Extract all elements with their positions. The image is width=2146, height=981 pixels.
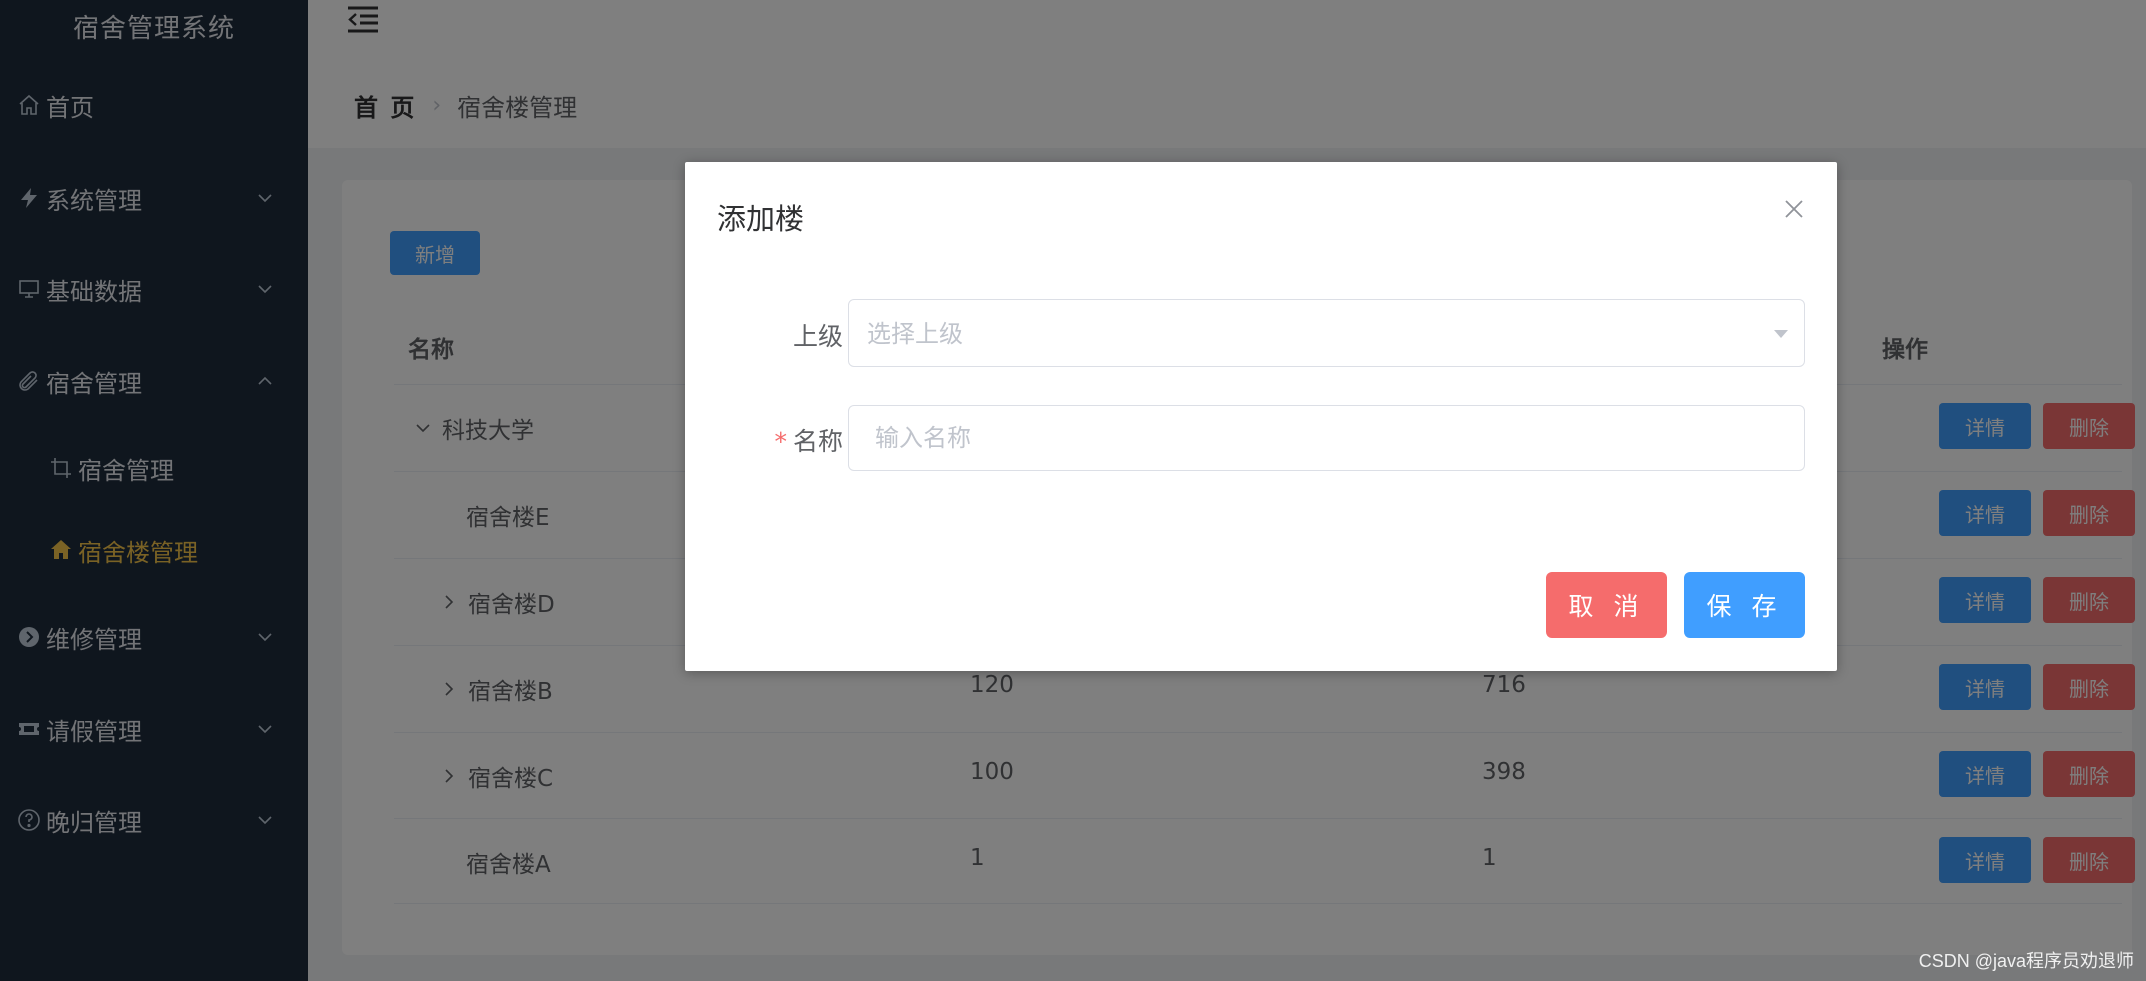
watermark: CSDN @java程序员劝退师 [1918, 951, 2134, 971]
parent-select[interactable]: 选择上级 [848, 299, 1805, 367]
parent-select-placeholder: 选择上级 [867, 320, 963, 348]
name-label: 名称 [792, 427, 843, 456]
caret-down-icon [1774, 330, 1788, 338]
cancel-button[interactable]: 取 消 [1546, 572, 1667, 638]
parent-label: 上级 [792, 322, 843, 351]
save-button[interactable]: 保 存 [1684, 572, 1805, 638]
dialog-title: 添加楼 [717, 202, 805, 236]
close-icon[interactable] [1783, 198, 1805, 220]
add-building-dialog: 添加楼 上级 选择上级 *名称 取 消 保 存 [685, 162, 1837, 671]
name-label-wrap: * 名称 [683, 422, 843, 458]
name-input[interactable] [848, 405, 1805, 471]
required-mark: * [774, 427, 787, 456]
